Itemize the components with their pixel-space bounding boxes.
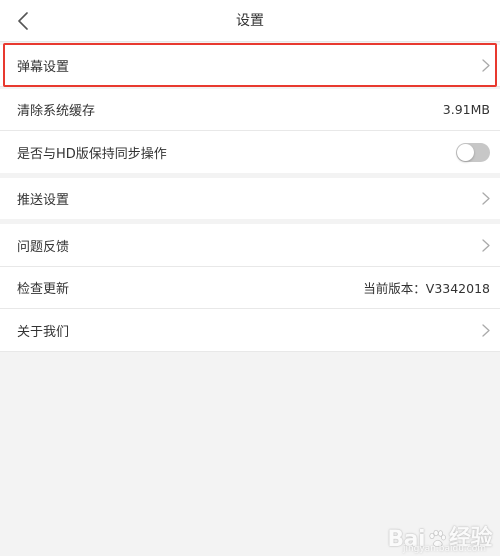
settings-item-sync-hd: 是否与HD版保持同步操作 (0, 131, 500, 173)
settings-item-feedback[interactable]: 问题反馈 (0, 224, 500, 267)
current-version-value: 当前版本：V3342018 (363, 281, 490, 296)
settings-item-push[interactable]: 推送设置 (0, 178, 500, 219)
sync-hd-label: 是否与HD版保持同步操作 (17, 146, 167, 162)
watermark-url: jingyan.baidu.com (402, 544, 486, 554)
chevron-right-icon (482, 192, 490, 205)
watermark-brand: Bai (387, 527, 425, 552)
sync-hd-toggle[interactable] (456, 142, 490, 162)
watermark-brand-tail: 经验 (448, 526, 493, 551)
feedback-label: 问题反馈 (17, 239, 70, 255)
baidu-jingyan-watermark: Bai 经验 jingyan.baidu.com (387, 520, 493, 554)
top-bar: 设置 (0, 0, 500, 42)
about-us-label: 关于我们 (17, 324, 70, 340)
toggle-knob (457, 143, 474, 161)
page-title: 设置 (236, 13, 264, 29)
cache-size-value: 3.91MB (442, 102, 490, 117)
push-settings-label: 推送设置 (17, 193, 70, 208)
back-button[interactable] (8, 6, 38, 36)
chevron-right-icon (482, 323, 490, 337)
chevron-right-icon (482, 59, 490, 72)
danmaku-settings-label: 弹幕设置 (17, 60, 70, 75)
settings-item-danmaku[interactable]: 弹幕设置 (0, 45, 500, 87)
settings-item-clear-cache[interactable]: 清除系统缓存 3.91MB (0, 89, 500, 131)
chevron-right-icon (482, 238, 490, 252)
clear-cache-label: 清除系统缓存 (17, 104, 96, 119)
check-update-label: 检查更新 (17, 282, 70, 297)
settings-item-update[interactable]: 检查更新 当前版本：V3342018 (0, 267, 500, 309)
chevron-left-icon (18, 12, 28, 30)
paw-icon (429, 529, 446, 547)
settings-item-about[interactable]: 关于我们 (0, 309, 500, 352)
